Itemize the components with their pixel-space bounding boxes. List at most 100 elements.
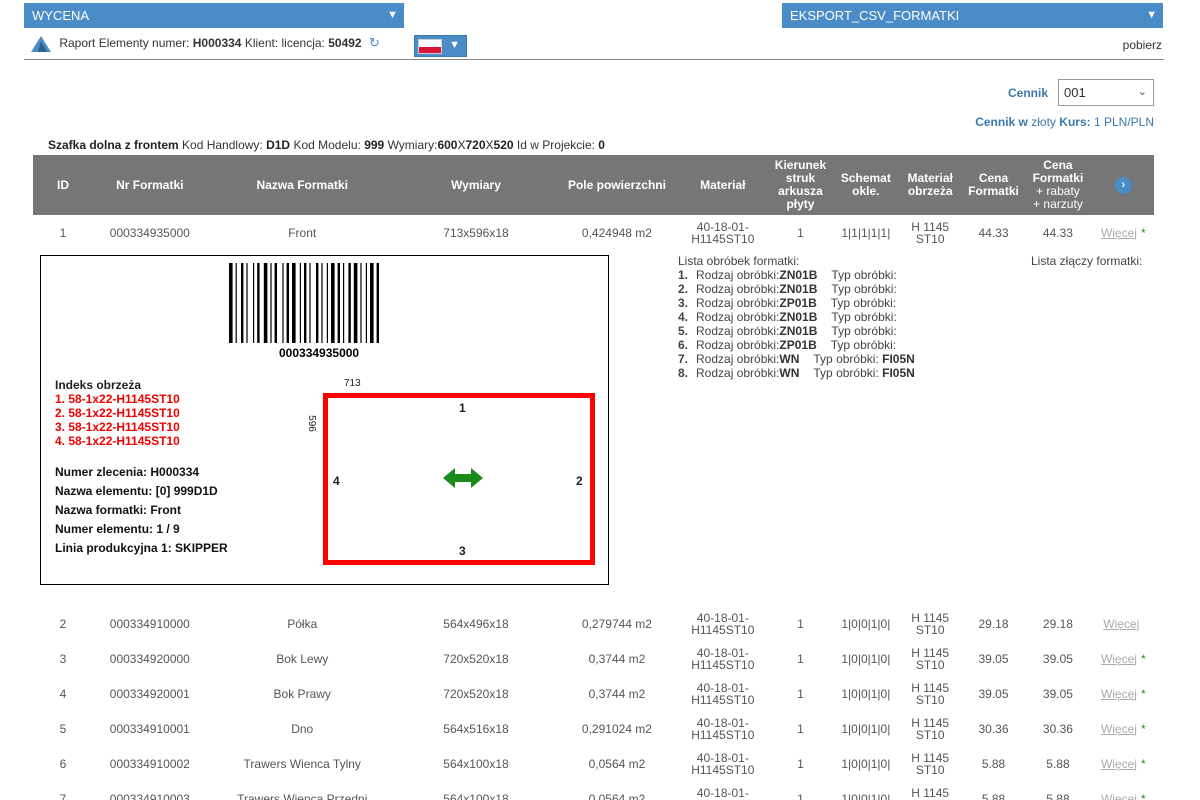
obrobki-title: Lista obróbek formatki:	[678, 254, 800, 268]
obrobka-item: 4. Rodzaj obróbki:ZN01B Typ obróbki:	[678, 310, 897, 324]
wiecej-link[interactable]: Więcej	[1101, 757, 1137, 771]
wiecej-link[interactable]: Więcej	[1103, 617, 1139, 631]
cell-wymiary: 713x596x18	[443, 225, 509, 240]
cell-id: 1	[59, 225, 67, 240]
cell-nazwa: Półka	[287, 616, 318, 631]
cell-id: 7	[59, 791, 67, 800]
wiecej-link[interactable]: Więcej	[1101, 226, 1137, 240]
cell-nr: 000334910000	[109, 616, 190, 631]
eksport-select[interactable]: EKSPORT_CSV_FORMATKI ▼	[782, 3, 1163, 28]
table-row: 3 000334920000 Bok Lewy 720x520x18 0,3744 m2…	[33, 641, 1154, 676]
dimension-width: 713	[344, 378, 361, 389]
wiecej-link[interactable]: Więcej	[1101, 687, 1137, 701]
element-info: Numer zlecenia: H000334 Nazwa elementu: …	[55, 463, 228, 558]
wymiar-w: 600	[437, 138, 458, 152]
kurs-info: Cennik w złoty Kurs: 1 PLN/PLN	[975, 115, 1154, 129]
obrobka-item: 2. Rodzaj obróbki:ZN01B Typ obróbki:	[678, 282, 897, 296]
pobierz-link[interactable]: pobierz	[1123, 38, 1162, 52]
col-next: ›	[1093, 155, 1154, 215]
licencja-label: licencja:	[281, 36, 325, 51]
chevron-down-icon: ▼	[387, 9, 398, 21]
cennik-select[interactable]: 001 ⌄	[1058, 79, 1154, 106]
table-row: 7 000334910003 Trawers Wienca Przedni 564x1…	[33, 781, 1154, 800]
star-marker: *	[1140, 791, 1146, 800]
cell-cena: 29.18	[978, 616, 1009, 631]
grain-direction-arrow-icon	[443, 468, 483, 488]
cell-obrzeze: H 1145ST10	[911, 715, 950, 742]
cell-cena: 39.05	[978, 651, 1009, 666]
cell-material: 40-18-01-H1145ST10	[691, 785, 754, 800]
obrobka-item: 8. Rodzaj obróbki:WN Typ obróbki: FI05N	[678, 366, 915, 380]
cell-nr: 000334920001	[109, 686, 190, 701]
cell-cena: 5.88	[981, 756, 1006, 771]
dimension-height: 596	[305, 415, 317, 432]
info-line: Linia produkcyjna 1: SKIPPER	[55, 541, 228, 555]
cell-wymiary: 564x100x18	[443, 791, 509, 800]
star-marker: *	[1140, 756, 1146, 771]
id-label: Id w Projekcie:	[516, 138, 595, 152]
obrobka-item: 1. Rodzaj obróbki:ZN01B Typ obróbki:	[678, 268, 897, 282]
divider	[24, 59, 1164, 60]
star-marker: *	[1140, 225, 1146, 240]
cell-material: 40-18-01-H1145ST10	[691, 715, 755, 742]
cell-schemat: 1|0|0|1|0|	[841, 686, 891, 701]
raport-label: Raport Elementy numer:	[59, 36, 190, 51]
indeks-item: 4. 58-1x22-H1145ST10	[55, 434, 180, 448]
chevron-right-icon[interactable]: ›	[1114, 176, 1132, 194]
raport-number: H000334	[192, 36, 242, 51]
cell-nr: 000334910002	[109, 756, 190, 771]
cell-cena-rabaty: 30.36	[1042, 721, 1073, 736]
cell-pole: 0,0564 m2	[588, 791, 646, 800]
col-material: Materiał	[700, 177, 746, 192]
col-obrzeze: Materiał obrzeża	[907, 171, 953, 198]
col-pole: Pole powierzchni	[567, 177, 666, 192]
edge-label-3: 3	[459, 544, 466, 558]
cell-pole: 0,3744 m2	[588, 686, 646, 701]
barcode-icon	[229, 263, 379, 343]
wiecej-link[interactable]: Więcej	[1101, 722, 1137, 736]
cell-wiecej: Więcej *	[1093, 215, 1154, 250]
cennik-w-label: Cennik w	[975, 115, 1028, 129]
cell-nr: 000334910003	[109, 791, 190, 800]
cell-pole: 0,279744 m2	[581, 616, 652, 631]
cell-schemat: 1|0|0|1|0|	[841, 721, 891, 736]
cell-cena-rabaty: 39.05	[1042, 651, 1073, 666]
poland-flag-icon	[418, 39, 442, 54]
cell-kierunek: 1	[797, 721, 804, 736]
cell-nr: 000334920000	[109, 651, 190, 666]
waluta: złoty	[1031, 115, 1056, 129]
wiecej-link[interactable]: Więcej	[1101, 652, 1137, 666]
indeks-item: 1. 58-1x22-H1145ST10	[55, 392, 180, 406]
cell-schemat: 1|1|1|1|1|	[841, 225, 891, 240]
kurs-value: 1 PLN/PLN	[1093, 115, 1154, 129]
col-nr: Nr Formatki	[116, 177, 184, 192]
table-row: 1 000334935000 Front 713x596x18 0,424948 m2 4…	[33, 215, 1154, 250]
col-nazwa: Nazwa Formatki	[256, 177, 348, 192]
cell-obrzeze: H 1145ST10	[911, 645, 950, 672]
cell-kierunek: 1	[797, 791, 804, 800]
wiecej-link[interactable]: Więcej	[1101, 792, 1137, 800]
cell-wiecej: Więcej *	[1093, 641, 1154, 676]
indeks-title: Indeks obrzeża	[55, 378, 142, 392]
col-wymiary: Wymiary	[451, 177, 501, 192]
cell-id: 6	[59, 756, 67, 771]
language-select[interactable]: ▼	[414, 35, 467, 57]
col-id: ID	[57, 177, 69, 192]
cell-pole: 0,0564 m2	[588, 756, 646, 771]
cell-wymiary: 564x516x18	[443, 721, 509, 736]
cell-material: 40-18-01-H1145ST10	[691, 645, 755, 672]
info-line: Numer zlecenia: H000334	[55, 465, 200, 479]
cell-kierunek: 1	[797, 686, 804, 701]
zlacza-title: Lista złączy formatki:	[1031, 254, 1143, 268]
id-value: 0	[598, 138, 605, 152]
cell-nr: 000334935000	[109, 225, 190, 240]
cell-nazwa: Dno	[291, 721, 314, 736]
wycena-select[interactable]: WYCENA ▼	[24, 3, 404, 28]
cell-material: 40-18-01-H1145ST10	[691, 219, 755, 246]
cell-id: 5	[59, 721, 67, 736]
obrobka-item: 6. Rodzaj obróbki:ZP01B Typ obróbki:	[678, 338, 897, 352]
cell-cena: 5.88	[981, 791, 1006, 800]
refresh-icon[interactable]: ↻	[369, 35, 380, 50]
chevron-down-icon: ▼	[1146, 9, 1157, 21]
obrobka-item: 5. Rodzaj obróbki:ZN01B Typ obróbki:	[678, 324, 897, 338]
